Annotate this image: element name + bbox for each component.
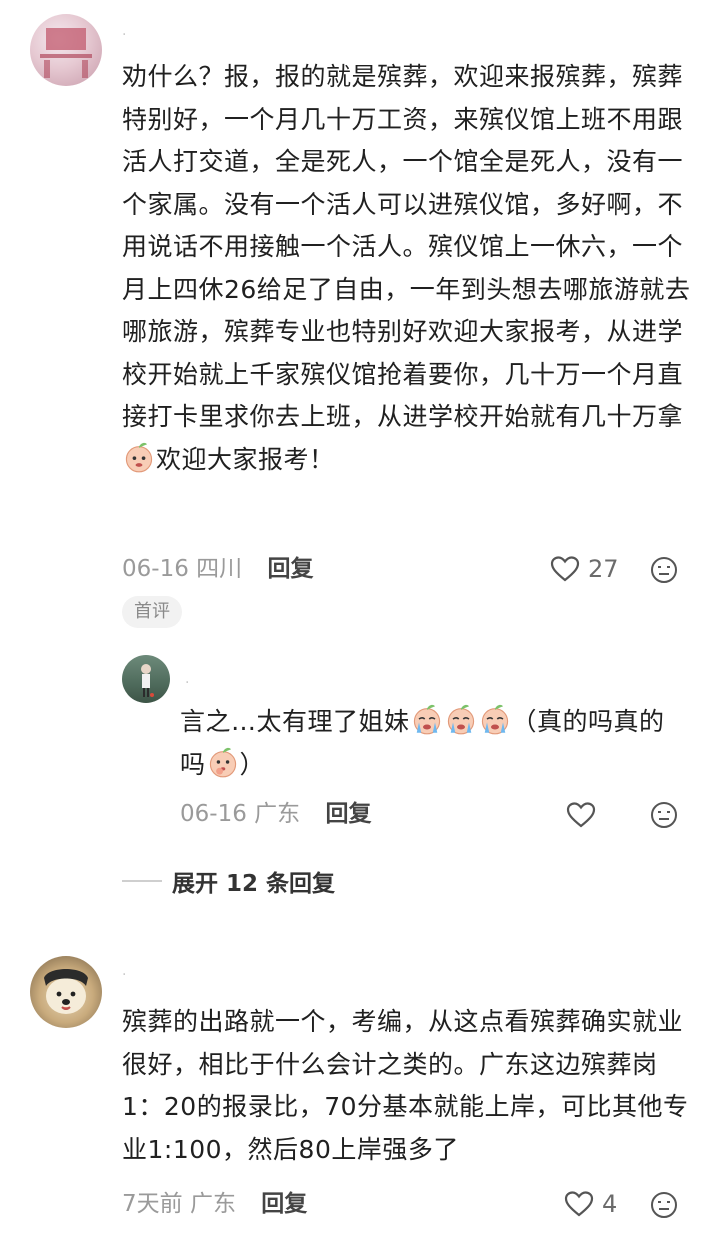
peach-cry-emoji-icon — [481, 704, 508, 735]
comment-date: 06-16 — [122, 556, 189, 582]
heart-icon[interactable] — [566, 801, 596, 829]
avatar[interactable] — [122, 655, 170, 703]
comment-location: 四川 — [196, 556, 243, 582]
comment-text-main: 劝什么？报，报的就是殡葬，欢迎来报殡葬，殡葬特别好，一个月几十万工资，来殡仪馆上… — [122, 62, 691, 431]
reply-text-c: ） — [239, 749, 266, 779]
like-button[interactable]: 4 — [564, 1190, 617, 1218]
reply-button[interactable]: 回复 — [325, 801, 371, 827]
heart-icon — [564, 1191, 594, 1217]
comment-meta: 7天前 广东 回复 — [122, 1189, 307, 1219]
avatar[interactable] — [30, 14, 102, 86]
divider-line — [122, 880, 162, 882]
avatar-image — [44, 969, 88, 1014]
reply-button[interactable]: 回复 — [267, 556, 313, 582]
avatar[interactable] — [30, 956, 102, 1028]
comment-text-tail: 欢迎大家报考！ — [156, 444, 335, 474]
reply-meta: 06-16 广东 回复 — [180, 799, 371, 829]
username[interactable]: · — [185, 674, 189, 692]
peach-shy-emoji-icon — [209, 746, 236, 777]
comment-text: 劝什么？报，报的就是殡葬，欢迎来报殡葬，殡葬特别好，一个月几十万工资，来殡仪馆上… — [122, 56, 692, 481]
comment-location: 广东 — [189, 1191, 236, 1217]
username[interactable]: · — [122, 26, 126, 44]
peach-emoji-icon — [125, 441, 153, 472]
comment-meta: 06-16 四川 回复 — [122, 554, 313, 584]
reply-button[interactable]: 回复 — [261, 1191, 307, 1217]
first-comment-badge: 首评 — [122, 596, 182, 628]
comment-text: 殡葬的出路就一个，考编，从这点看殡葬确实就业很好，相比于什么会计之类的。广东这边… — [122, 1007, 689, 1164]
reply-text-a: 言之…太有理了姐妹 — [180, 707, 410, 736]
avatar-image — [40, 28, 92, 78]
like-count: 27 — [588, 555, 619, 583]
expand-replies-label: 展开 12 条回复 — [172, 871, 336, 897]
avatar-image — [141, 664, 154, 697]
emoji-reaction-icon[interactable] — [650, 556, 678, 584]
heart-icon — [550, 556, 580, 582]
reply-text: 言之…太有理了姐妹 （真的吗真的吗） — [180, 701, 680, 786]
like-button[interactable]: 27 — [550, 555, 619, 583]
peach-cry-emoji-icon — [413, 704, 440, 735]
username[interactable]: · — [122, 966, 126, 984]
emoji-reaction-icon[interactable] — [650, 801, 678, 829]
expand-replies-button[interactable]: 展开 12 条回复 — [122, 864, 335, 898]
peach-cry-emoji-icon — [447, 704, 474, 735]
emoji-reaction-icon[interactable] — [650, 1191, 678, 1219]
reply-date: 06-16 — [180, 801, 247, 827]
reply-location: 广东 — [254, 801, 301, 827]
like-count: 4 — [602, 1190, 618, 1218]
comment-date: 7天前 — [122, 1191, 183, 1217]
